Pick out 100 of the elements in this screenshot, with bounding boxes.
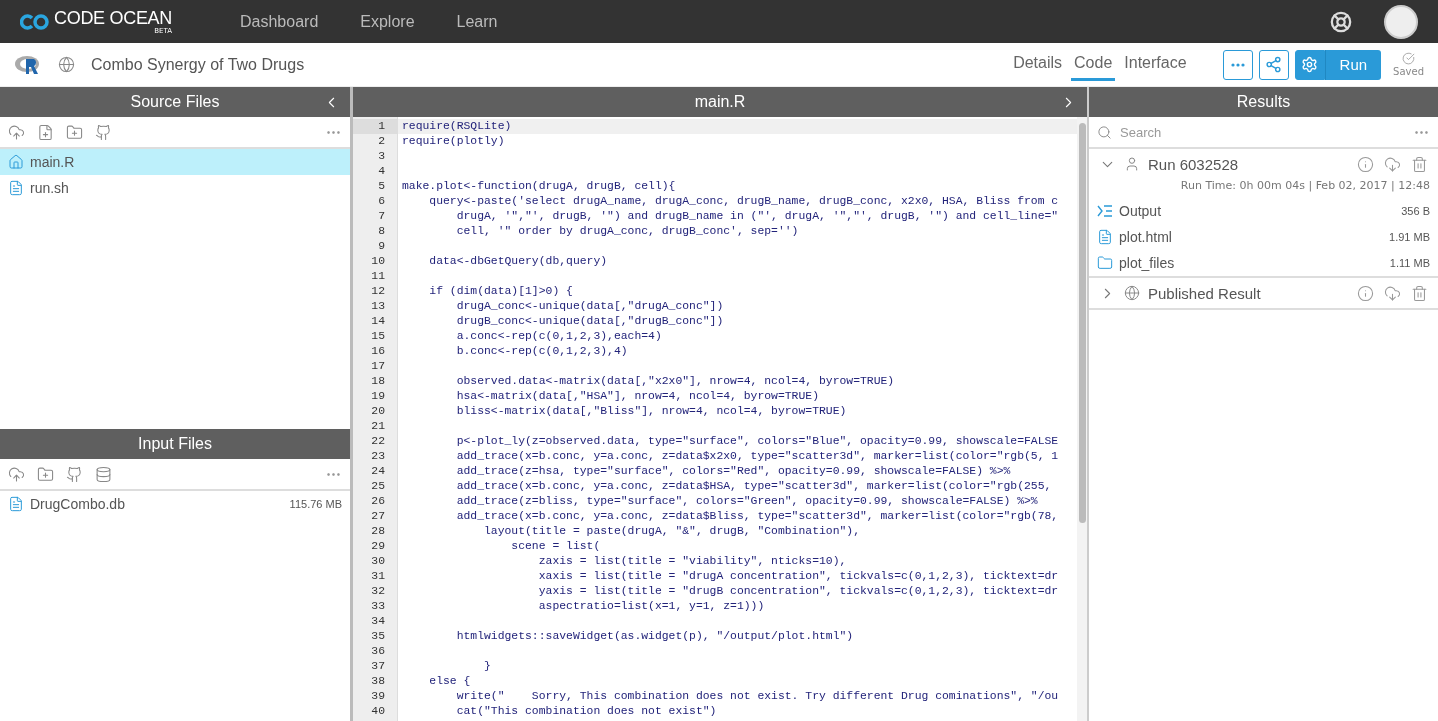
file-name: DrugCombo.db (30, 496, 125, 512)
line-number: 7 (377, 209, 386, 224)
github-icon[interactable] (66, 465, 83, 483)
code-line: drugB_conc<-unique(data[,"drugB_conc"]) (455, 314, 725, 329)
file-item[interactable]: main.R (0, 149, 350, 175)
run-meta: Run Time: 0h 00m 04s | Feb 02, 2017 | 12:48 (1179, 179, 1431, 194)
cloud-download-icon[interactable] (1384, 155, 1401, 173)
code-line: data<-dbGetQuery(db,query) (428, 254, 609, 269)
line-number: 20 (370, 404, 386, 419)
code-line: xaxis = list(title = "drugA concentration", tickvals=c(0,1,2,3), ticktext=dr (537, 569, 1060, 584)
run-row[interactable]: Published Result (1089, 278, 1438, 308)
file-item[interactable]: DrugCombo.db 115.76 MB (0, 491, 350, 517)
code-line: p<-plot_ly(z=observed.data, type="surface", colors="Blue", opacity=0.99, showscale=FALSE (455, 434, 1060, 449)
code-line: drugA, '","', drugB, '") and drugB_name in ("', drugA, '","', drugB, '") and cell_line=" (455, 209, 1060, 224)
result-file[interactable]: Output 356 B (1089, 198, 1438, 224)
scrollbar-thumb[interactable] (1078, 123, 1086, 523)
file-name: Output (1119, 203, 1162, 219)
code-line: cell, '" order by drugA_conc, drugB_conc', sep='') (455, 224, 800, 239)
code-line: observed.data<-matrix(data[,"x2x0"], nrow=4, ncol=4, byrow=TRUE) (455, 374, 896, 389)
code-line: write(" Sorry, This combination does not exist. Try different Drug cominations", "/ou (455, 689, 1060, 704)
result-file[interactable]: plot_files 1.11 MB (1089, 250, 1438, 276)
cloud-upload-icon[interactable] (8, 123, 25, 141)
settings-button[interactable] (1294, 49, 1325, 80)
line-number: 2 (377, 134, 386, 149)
file-name: run.sh (30, 180, 69, 196)
code-line: bliss<-matrix(data[,"Bliss"], nrow=4, ncol=4, byrow=TRUE) (455, 404, 848, 419)
run-row[interactable]: Run 6032528 (1089, 149, 1438, 179)
user-icon (1124, 156, 1140, 172)
file-name: main.R (30, 154, 75, 170)
help-icon[interactable] (1330, 10, 1352, 33)
new-file-icon[interactable] (37, 123, 54, 141)
search-field[interactable]: Search (1118, 123, 1407, 141)
code-line: } (483, 659, 492, 674)
line-number: 10 (370, 254, 386, 269)
view-tab[interactable]: Details (1010, 48, 1066, 81)
trash-icon[interactable] (1411, 155, 1428, 173)
line-number: 14 (370, 314, 386, 329)
new-folder-icon[interactable] (66, 123, 83, 141)
code-line: add_trace(x=b.conc, y=a.conc, z=data$x2x0, type="scatter3d", marker=list(color="rgb(5, 1 (455, 449, 1060, 464)
home-icon (8, 154, 24, 170)
nav-link[interactable]: Learn (456, 12, 498, 31)
cloud-upload-icon[interactable] (8, 465, 25, 483)
globe-icon (58, 56, 75, 73)
file-name: plot_files (1119, 255, 1175, 271)
code-line: else { (428, 674, 472, 689)
line-number: 36 (370, 644, 386, 659)
code-line: aspectratio=list(x=1, y=1, z=1))) (537, 599, 766, 614)
line-number: 37 (370, 659, 386, 674)
result-file[interactable]: plot.html 1.91 MB (1089, 224, 1438, 250)
info-icon[interactable] (1357, 284, 1374, 302)
file-icon (8, 180, 24, 196)
code-line: layout(title = paste(drugA, "&", drugB, "Combination"), (483, 524, 861, 539)
line-number: 3 (377, 149, 386, 164)
nav-link[interactable]: Explore (360, 12, 415, 31)
file-item[interactable]: run.sh (0, 175, 350, 201)
code-line: drugA_conc<-unique(data[,"drugA_conc"]) (455, 299, 725, 314)
line-number: 8 (377, 224, 386, 239)
code-line: b.conc<-rep(c(0,1,2,3),4) (455, 344, 629, 359)
settings-icon (1301, 56, 1319, 73)
database-icon[interactable] (95, 465, 112, 483)
line-number: 11 (370, 269, 386, 284)
line-number: 21 (370, 419, 386, 434)
file-icon (1097, 229, 1113, 245)
file-icon (8, 496, 24, 512)
line-number: 15 (370, 329, 386, 344)
code-line: zaxis = list(title = "viability", nticks=10), (537, 554, 848, 569)
line-number: 22 (370, 434, 386, 449)
globe-icon (1124, 285, 1140, 301)
more-icon (1230, 62, 1245, 67)
panel-title: Results (1236, 93, 1291, 111)
view-tab[interactable]: Interface (1121, 48, 1190, 81)
avatar[interactable] (1384, 4, 1418, 39)
new-folder-icon[interactable] (37, 465, 54, 483)
search-icon (1097, 124, 1112, 140)
line-number: 18 (370, 374, 386, 389)
info-icon[interactable] (1357, 155, 1374, 173)
view-tab[interactable]: Code (1071, 48, 1116, 81)
line-number: 25 (370, 479, 386, 494)
line-number: 17 (370, 359, 386, 374)
line-number: 5 (377, 179, 386, 194)
check-circle-icon (1402, 52, 1416, 65)
trash-icon[interactable] (1411, 284, 1428, 302)
share-button[interactable] (1258, 49, 1289, 80)
code-line: yaxis = list(title = "drugB concentration", tickvals=c(0,1,2,3), ticktext=dr (537, 584, 1060, 599)
line-number: 32 (370, 584, 386, 599)
line-number: 30 (370, 554, 386, 569)
nav-link[interactable]: Dashboard (240, 12, 319, 31)
line-number: 19 (370, 389, 386, 404)
github-icon[interactable] (95, 123, 112, 141)
file-name: plot.html (1119, 229, 1172, 245)
more-button[interactable] (1222, 49, 1253, 80)
line-number: 33 (370, 599, 386, 614)
line-number: 28 (370, 524, 386, 539)
run-name: Run 6032528 (1148, 155, 1239, 173)
capsule-title: Combo Synergy of Two Drugs (91, 55, 305, 74)
code-line: add_trace(x=b.conc, y=a.conc, z=data$HSA, type="scatter3d", marker=list(color="rgb(255, (455, 479, 1053, 494)
line-number: 35 (370, 629, 386, 644)
line-number: 23 (370, 449, 386, 464)
file-size: 1.91 MB (1389, 231, 1430, 243)
cloud-download-icon[interactable] (1384, 284, 1401, 302)
